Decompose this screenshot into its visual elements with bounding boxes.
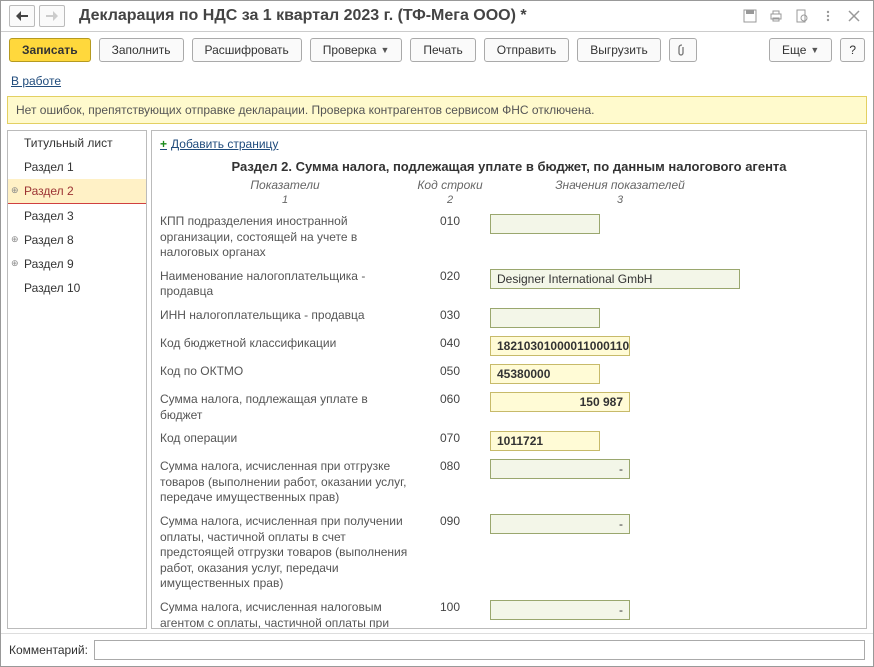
row-code: 100 [410, 600, 490, 614]
sidebar-item[interactable]: Раздел 8 [8, 228, 146, 252]
col-header-3: Значения показателей [490, 178, 750, 192]
comment-label: Комментарий: [9, 643, 88, 657]
sidebar-item[interactable]: Раздел 1 [8, 155, 146, 179]
print-button[interactable]: Печать [410, 38, 475, 62]
sidebar-item[interactable]: Титульный лист [8, 131, 146, 155]
form-row: Код по ОКТМО05045380000 [160, 364, 858, 384]
info-bar: Нет ошибок, препятствующих отправке декл… [7, 96, 867, 124]
row-value-field[interactable] [490, 308, 600, 328]
row-label: Код по ОКТМО [160, 364, 410, 380]
row-code: 080 [410, 459, 490, 473]
kebab-icon[interactable] [817, 5, 839, 27]
more-button[interactable]: Еще ▼ [769, 38, 832, 62]
form-row: Наименование налогоплательщика - продавц… [160, 269, 858, 300]
close-icon[interactable] [843, 5, 865, 27]
row-label: Код бюджетной классификации [160, 336, 410, 352]
chevron-down-icon: ▼ [380, 45, 389, 55]
content-panel: + Добавить страницу Раздел 2. Сумма нало… [151, 130, 867, 629]
more-label: Еще [782, 43, 806, 57]
status-link[interactable]: В работе [1, 68, 873, 94]
save-icon[interactable] [739, 5, 761, 27]
row-label: КПП подразделения иностранной организаци… [160, 214, 410, 261]
row-code: 060 [410, 392, 490, 406]
form-row: Код операции0701011721 [160, 431, 858, 451]
col-sub-3: 3 [490, 194, 750, 206]
row-label: ИНН налогоплательщика - продавца [160, 308, 410, 324]
sidebar-item[interactable]: Раздел 2 [8, 179, 146, 204]
form-row: Сумма налога, исчисленная при получении … [160, 514, 858, 592]
decrypt-button[interactable]: Расшифровать [192, 38, 302, 62]
row-value-field[interactable] [490, 214, 600, 234]
form-row: КПП подразделения иностранной организаци… [160, 214, 858, 261]
send-button[interactable]: Отправить [484, 38, 570, 62]
row-code: 030 [410, 308, 490, 322]
row-value-field[interactable]: Designer International GmbH [490, 269, 740, 289]
comment-input[interactable] [94, 640, 865, 660]
preview-icon[interactable] [791, 5, 813, 27]
col-sub-2: 2 [410, 194, 490, 206]
row-label: Сумма налога, исчисленная при отгрузке т… [160, 459, 410, 506]
row-code: 070 [410, 431, 490, 445]
export-button[interactable]: Выгрузить [577, 38, 661, 62]
nav-back-button[interactable] [9, 5, 35, 27]
sidebar: Титульный листРаздел 1Раздел 2Раздел 3Ра… [7, 130, 147, 629]
row-label: Код операции [160, 431, 410, 447]
sidebar-item[interactable]: Раздел 3 [8, 204, 146, 228]
row-value-field[interactable]: 150 987 [490, 392, 630, 412]
row-label: Сумма налога, подлежащая уплате в бюджет [160, 392, 410, 423]
plus-icon: + [160, 137, 167, 151]
row-label: Сумма налога, исчисленная при получении … [160, 514, 410, 592]
row-label: Наименование налогоплательщика - продавц… [160, 269, 410, 300]
row-value-field[interactable]: - [490, 600, 630, 620]
row-code: 090 [410, 514, 490, 528]
row-code: 050 [410, 364, 490, 378]
col-sub-1: 1 [160, 194, 410, 206]
row-code: 040 [410, 336, 490, 350]
check-button[interactable]: Проверка ▼ [310, 38, 403, 62]
form-row: ИНН налогоплательщика - продавца030 [160, 308, 858, 328]
window-title: Декларация по НДС за 1 квартал 2023 г. (… [69, 7, 735, 25]
row-code: 010 [410, 214, 490, 228]
chevron-down-icon: ▼ [810, 45, 819, 55]
fill-button[interactable]: Заполнить [99, 38, 184, 62]
form-row: Сумма налога, исчисленная при отгрузке т… [160, 459, 858, 506]
row-value-field[interactable]: 18210301000011000110 [490, 336, 630, 356]
col-header-1: Показатели [160, 178, 410, 192]
nav-forward-button [39, 5, 65, 27]
form-row: Сумма налога, подлежащая уплате в бюджет… [160, 392, 858, 423]
sidebar-item[interactable]: Раздел 9 [8, 252, 146, 276]
form-row: Код бюджетной классификации0401821030100… [160, 336, 858, 356]
sidebar-item[interactable]: Раздел 10 [8, 276, 146, 300]
row-value-field[interactable]: 1011721 [490, 431, 600, 451]
col-header-2: Код строки [410, 178, 490, 192]
add-page-label: Добавить страницу [171, 137, 278, 151]
add-page-link[interactable]: + Добавить страницу [160, 135, 278, 153]
form-row: Сумма налога, исчисленная налоговым аген… [160, 600, 858, 629]
row-code: 020 [410, 269, 490, 283]
row-value-field[interactable]: - [490, 459, 630, 479]
print-icon[interactable] [765, 5, 787, 27]
help-button[interactable]: ? [840, 38, 865, 62]
row-label: Сумма налога, исчисленная налоговым аген… [160, 600, 410, 629]
check-label: Проверка [323, 43, 377, 57]
attach-button[interactable] [669, 38, 697, 62]
record-button[interactable]: Записать [9, 38, 91, 62]
row-value-field[interactable]: - [490, 514, 630, 534]
row-value-field[interactable]: 45380000 [490, 364, 600, 384]
section-title: Раздел 2. Сумма налога, подлежащая уплат… [160, 153, 858, 178]
